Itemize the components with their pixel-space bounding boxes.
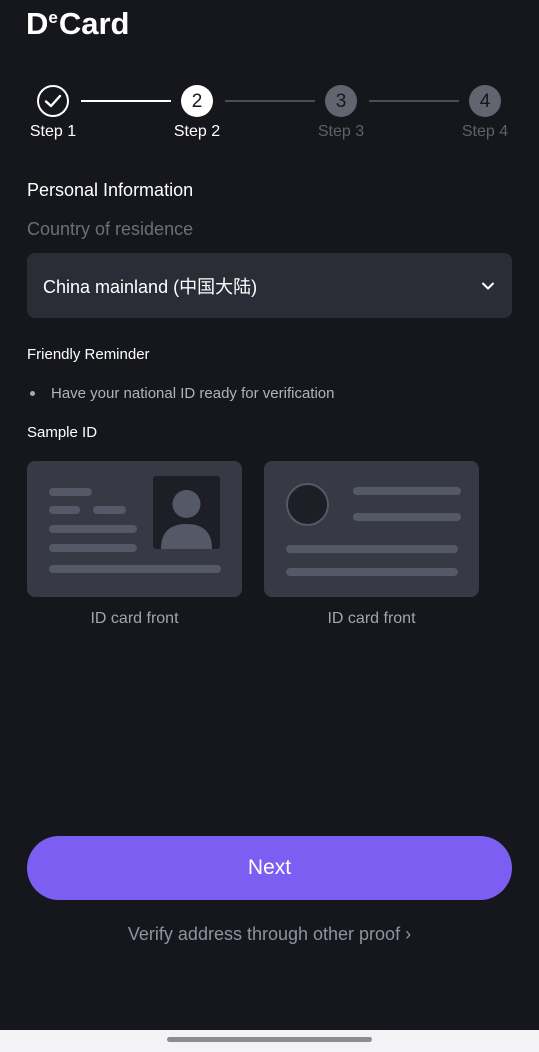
emblem-circle-icon xyxy=(286,483,329,526)
card-text-line xyxy=(49,565,221,573)
card-text-line xyxy=(353,487,461,495)
chevron-down-icon xyxy=(482,282,494,289)
sample-id-card-front xyxy=(27,461,242,597)
bullet-dot xyxy=(30,391,35,396)
step-1-label: Step 1 xyxy=(29,123,77,140)
decard-logo: D e Card xyxy=(26,6,130,42)
next-button[interactable]: Next xyxy=(27,836,512,900)
card-caption: ID card front xyxy=(90,610,179,627)
step-1-check-icon xyxy=(37,85,69,117)
step-2-circle: 2 xyxy=(181,85,213,117)
step-connector-3 xyxy=(369,100,459,102)
country-label: Country of residence xyxy=(27,219,194,239)
sample-id-title: Sample ID xyxy=(27,424,98,441)
checkmark-icon xyxy=(44,94,62,108)
step-connector-1 xyxy=(81,100,171,102)
step-3-circle: 3 xyxy=(325,85,357,117)
step-4-circle: 4 xyxy=(469,85,501,117)
logo-letter-e: e xyxy=(48,8,58,27)
reminder-title: Friendly Reminder xyxy=(27,346,150,363)
sample-id-card-back xyxy=(264,461,479,597)
card-text-line xyxy=(286,568,458,576)
verify-other-proof-link[interactable]: Verify address through other proof › xyxy=(0,924,539,945)
card-text-line xyxy=(49,488,92,496)
step-3-label: Step 3 xyxy=(317,123,365,140)
step-2-label: Step 2 xyxy=(173,123,221,140)
reminder-item: Have your national ID ready for verifica… xyxy=(27,385,334,402)
reminder-item-text: Have your national ID ready for verifica… xyxy=(51,385,335,402)
logo-word-card: Card xyxy=(58,6,130,41)
country-select[interactable]: China mainland (中国大陆) xyxy=(27,253,512,318)
card-text-line xyxy=(49,506,80,514)
country-select-value: China mainland (中国大陆) xyxy=(43,276,258,297)
card-caption: ID card front xyxy=(327,610,416,627)
logo-letter-d: D xyxy=(26,6,48,41)
kyc-page: D e Card 2 3 4 Step 1 Step 2 Step 3 Step… xyxy=(0,0,539,1052)
section-title: Personal Information xyxy=(27,180,194,200)
card-text-line xyxy=(353,513,461,521)
card-text-line xyxy=(49,544,137,552)
home-indicator[interactable] xyxy=(167,1037,372,1042)
step-connector-2 xyxy=(225,100,315,102)
card-text-line xyxy=(286,545,458,553)
portrait-photo xyxy=(153,476,220,549)
step-4-label: Step 4 xyxy=(461,123,509,140)
card-text-line xyxy=(49,525,137,533)
person-icon xyxy=(161,490,212,549)
card-text-line xyxy=(93,506,126,514)
